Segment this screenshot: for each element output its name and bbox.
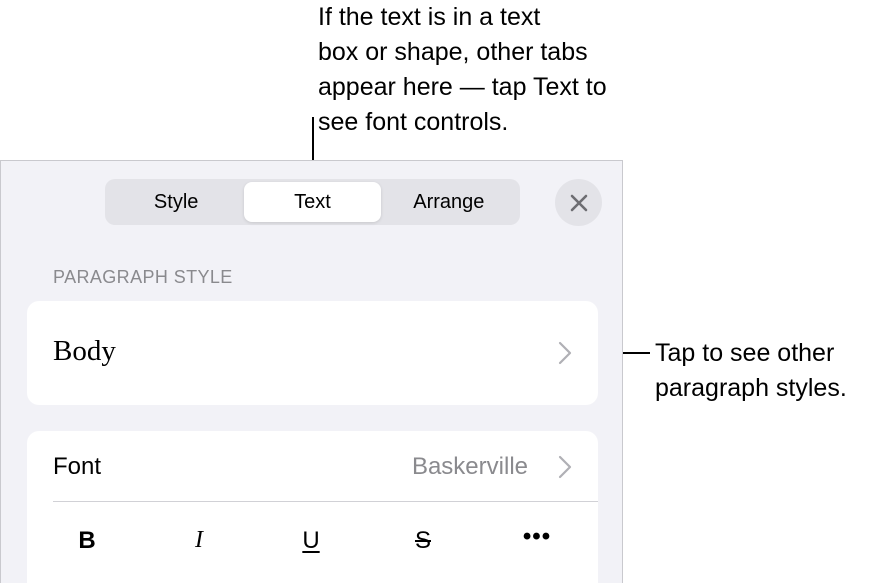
format-panel: Style Text Arrange PARAGRAPH STYLE Body … [0,160,623,583]
tab-arrange[interactable]: Arrange [381,182,517,222]
font-settings-card: Font Baskerville B I U S ••• [27,431,598,583]
callout-paragraph-styles-note: Tap to see other paragraph styles. [655,339,847,402]
close-button[interactable] [555,179,602,226]
italic-button[interactable]: I [179,527,219,554]
more-options-button[interactable]: ••• [517,523,557,551]
paragraph-style-name: Body [53,335,116,367]
paragraph-style-row[interactable]: Body [27,301,598,405]
tab-segmented-control: Style Text Arrange [105,179,520,225]
divider [53,501,598,502]
tab-text[interactable]: Text [244,182,381,222]
bold-button[interactable]: B [67,527,107,555]
font-row-value[interactable]: Baskerville [412,453,528,481]
underline-button[interactable]: U [291,527,331,555]
font-row-label: Font [53,453,102,480]
strikethrough-button[interactable]: S [403,527,443,555]
chevron-right-icon[interactable] [558,455,572,479]
callout-tabs-note: If the text is in a text box or shape, o… [318,3,607,136]
chevron-right-icon [558,341,572,365]
section-header-paragraph-style: PARAGRAPH STYLE [53,267,233,287]
tab-style[interactable]: Style [108,182,244,222]
close-icon [570,194,587,211]
